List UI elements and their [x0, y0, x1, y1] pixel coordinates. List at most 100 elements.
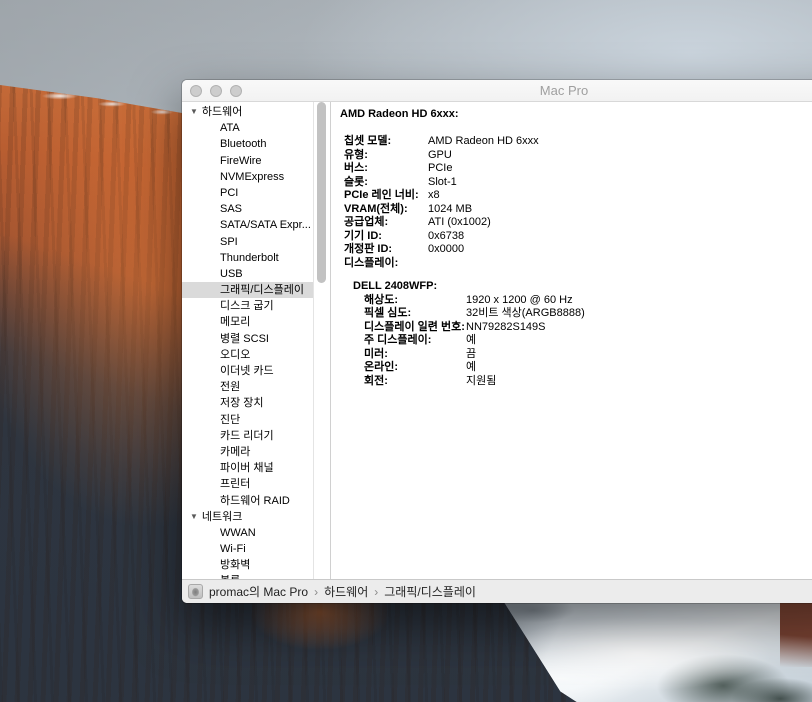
sidebar-item[interactable]: 프린터	[182, 476, 313, 492]
display-heading: DELL 2408WFP:	[353, 280, 812, 294]
display-section: DELL 2408WFP: 해상도:1920 x 1200 @ 60 Hz픽셀 …	[353, 280, 812, 388]
breadcrumb-separator-icon: ›	[374, 585, 378, 599]
sidebar-item[interactable]: 병렬 SCSI	[182, 331, 313, 347]
property-row: 주 디스플레이:예	[364, 334, 812, 348]
property-value: 1920 x 1200 @ 60 Hz	[466, 294, 573, 308]
sidebar-item[interactable]: WWAN	[182, 525, 313, 541]
system-information-window: Mac Pro ▼ 하드웨어 ATABluetoothFireWireNVMExpr…	[182, 80, 812, 603]
sidebar-item[interactable]: Wi-Fi	[182, 541, 313, 557]
property-value: 1024 MB	[428, 203, 472, 217]
property-label: 회전:	[364, 375, 466, 389]
sidebar-item[interactable]: Thunderbolt	[182, 250, 313, 266]
property-row: PCIe 레인 너비:x8	[344, 189, 812, 203]
sidebar-section-header[interactable]: ▼ 하드웨어	[182, 104, 313, 120]
property-row: 온라인:예	[364, 361, 812, 375]
sidebar-item[interactable]: NVMExpress	[182, 169, 313, 185]
breadcrumb-separator-icon: ›	[314, 585, 318, 599]
property-label: 칩셋 모델:	[344, 135, 428, 149]
property-value: 0x6738	[428, 230, 464, 244]
property-label: 개정판 ID:	[344, 243, 428, 257]
property-label: VRAM(전체):	[344, 203, 428, 217]
sidebar-item[interactable]: 하드웨어 RAID	[182, 493, 313, 509]
display-property-list: 해상도:1920 x 1200 @ 60 Hz픽셀 심도:32비트 색상(ARG…	[353, 294, 812, 389]
property-value: PCIe	[428, 162, 452, 176]
sidebar-item[interactable]: 카드 리더기	[182, 428, 313, 444]
sidebar-item[interactable]: 진단	[182, 412, 313, 428]
property-value: 0x0000	[428, 243, 464, 257]
property-value: AMD Radeon HD 6xxx	[428, 135, 539, 149]
property-row: 디스플레이:	[344, 257, 812, 271]
scrollbar-thumb[interactable]	[317, 102, 326, 283]
property-value: Slot-1	[428, 176, 457, 190]
property-value: 예	[466, 361, 476, 375]
property-label: 온라인:	[364, 361, 466, 375]
property-row: VRAM(전체):1024 MB	[344, 203, 812, 217]
property-value: ATI (0x1002)	[428, 216, 491, 230]
detail-pane: AMD Radeon HD 6xxx: 칩셋 모델:AMD Radeon HD …	[331, 102, 812, 579]
sidebar-item[interactable]: 파이버 채널	[182, 460, 313, 476]
property-row: 개정판 ID:0x0000	[344, 243, 812, 257]
property-label: 공급업체:	[344, 216, 428, 230]
window-title: Mac Pro	[182, 80, 812, 101]
sidebar: ▼하드웨어ATABluetoothFireWireNVMExpressPCISA…	[182, 102, 313, 579]
disclosure-triangle-icon[interactable]: ▼	[190, 107, 198, 116]
sidebar-item[interactable]: 메모리	[182, 314, 313, 330]
wallpaper-red-rock	[780, 597, 812, 667]
property-value: NN79282S149S	[466, 321, 546, 335]
sidebar-item[interactable]: 이더넷 카드	[182, 363, 313, 379]
property-label: 주 디스플레이:	[364, 334, 466, 348]
property-list: 칩셋 모델:AMD Radeon HD 6xxx유형:GPU버스:PCIe슬롯:…	[340, 135, 812, 257]
property-label: 해상도:	[364, 294, 466, 308]
breadcrumb: promac의 Mac Pro › 하드웨어 › 그래픽/디스플레이	[209, 583, 476, 600]
sidebar-item[interactable]: SAS	[182, 201, 313, 217]
property-label: 픽셀 심도:	[364, 307, 466, 321]
mac-pro-icon	[188, 584, 203, 599]
breadcrumb-item[interactable]: 그래픽/디스플레이	[384, 583, 476, 600]
property-value: 32비트 색상(ARGB8888)	[466, 307, 585, 321]
breadcrumb-bar: promac의 Mac Pro › 하드웨어 › 그래픽/디스플레이	[182, 579, 812, 603]
property-value: GPU	[428, 149, 452, 163]
detail-heading: AMD Radeon HD 6xxx:	[340, 108, 812, 120]
sidebar-item[interactable]: USB	[182, 266, 313, 282]
sidebar-item[interactable]: 전원	[182, 379, 313, 395]
breadcrumb-item[interactable]: 하드웨어	[324, 583, 368, 600]
titlebar[interactable]: Mac Pro	[182, 80, 812, 102]
property-row: 기기 ID:0x6738	[344, 230, 812, 244]
property-label: 유형:	[344, 149, 428, 163]
sidebar-scrollbar	[313, 102, 331, 579]
sidebar-section-label: 네트워크	[202, 511, 242, 523]
sidebar-item[interactable]: SPI	[182, 234, 313, 250]
sidebar-item[interactable]: 방화벽	[182, 557, 313, 573]
property-row: 회전:지원됨	[364, 375, 812, 389]
property-label: 미러:	[364, 348, 466, 362]
sidebar-item[interactable]: 카메라	[182, 444, 313, 460]
breadcrumb-item[interactable]: promac의 Mac Pro	[209, 583, 308, 600]
property-row: 공급업체:ATI (0x1002)	[344, 216, 812, 230]
property-label: 디스플레이:	[344, 257, 428, 271]
window-body: ▼하드웨어ATABluetoothFireWireNVMExpressPCISA…	[182, 102, 812, 579]
sidebar-item[interactable]: ATA	[182, 120, 313, 136]
sidebar-item[interactable]: Bluetooth	[182, 136, 313, 152]
property-label: 기기 ID:	[344, 230, 428, 244]
disclosure-triangle-icon[interactable]: ▼	[190, 512, 198, 521]
property-row: 버스:PCIe	[344, 162, 812, 176]
sidebar-section-label: 하드웨어	[202, 106, 242, 118]
desktop: { "window": { "title": "Mac Pro" }, "col…	[0, 0, 812, 702]
property-row: 미러:끔	[364, 348, 812, 362]
property-label: 버스:	[344, 162, 428, 176]
property-row: 해상도:1920 x 1200 @ 60 Hz	[364, 294, 812, 308]
sidebar-item[interactable]: 디스크 굽기	[182, 298, 313, 314]
sidebar-item[interactable]: 그래픽/디스플레이	[182, 282, 313, 298]
property-row: 유형:GPU	[344, 149, 812, 163]
sidebar-item[interactable]: SATA/SATA Expr...	[182, 217, 313, 233]
sidebar-section-header[interactable]: ▼ 네트워크	[182, 509, 313, 525]
property-value: 지원됨	[466, 375, 496, 389]
sidebar-item[interactable]: PCI	[182, 185, 313, 201]
sidebar-item[interactable]: 오디오	[182, 347, 313, 363]
sidebar-item[interactable]: 저장 장치	[182, 395, 313, 411]
property-row: 디스플레이 일련 번호:NN79282S149S	[364, 321, 812, 335]
sidebar-item[interactable]: FireWire	[182, 153, 313, 169]
property-value: x8	[428, 189, 440, 203]
property-label: 디스플레이 일련 번호:	[364, 321, 466, 335]
property-value: 끔	[466, 348, 476, 362]
